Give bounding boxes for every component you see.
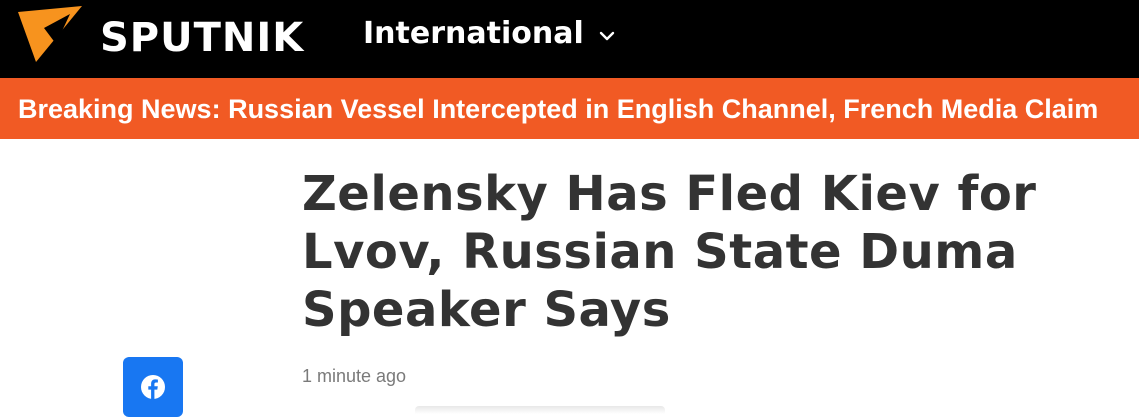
breaking-news-banner: Breaking News: Russian Vessel Intercepte…	[0, 78, 1139, 139]
site-logo[interactable]: SPUTNIK	[16, 4, 326, 66]
edition-selector[interactable]: International	[363, 14, 616, 54]
article-image-placeholder	[415, 406, 665, 414]
edition-label: International	[363, 16, 584, 51]
chevron-down-icon	[599, 31, 614, 41]
site-header: SPUTNIK International	[0, 0, 1139, 78]
logo-wordmark: SPUTNIK	[100, 15, 305, 61]
facebook-icon	[141, 375, 165, 399]
sputnik-triangle-icon	[18, 6, 82, 62]
facebook-share-button[interactable]	[123, 357, 183, 417]
article-timestamp: 1 minute ago	[302, 366, 407, 386]
breaking-news-link[interactable]: Breaking News: Russian Vessel Intercepte…	[18, 92, 1098, 126]
article-title: Zelensky Has Fled Kiev for Lvov, Russian…	[302, 166, 1037, 338]
